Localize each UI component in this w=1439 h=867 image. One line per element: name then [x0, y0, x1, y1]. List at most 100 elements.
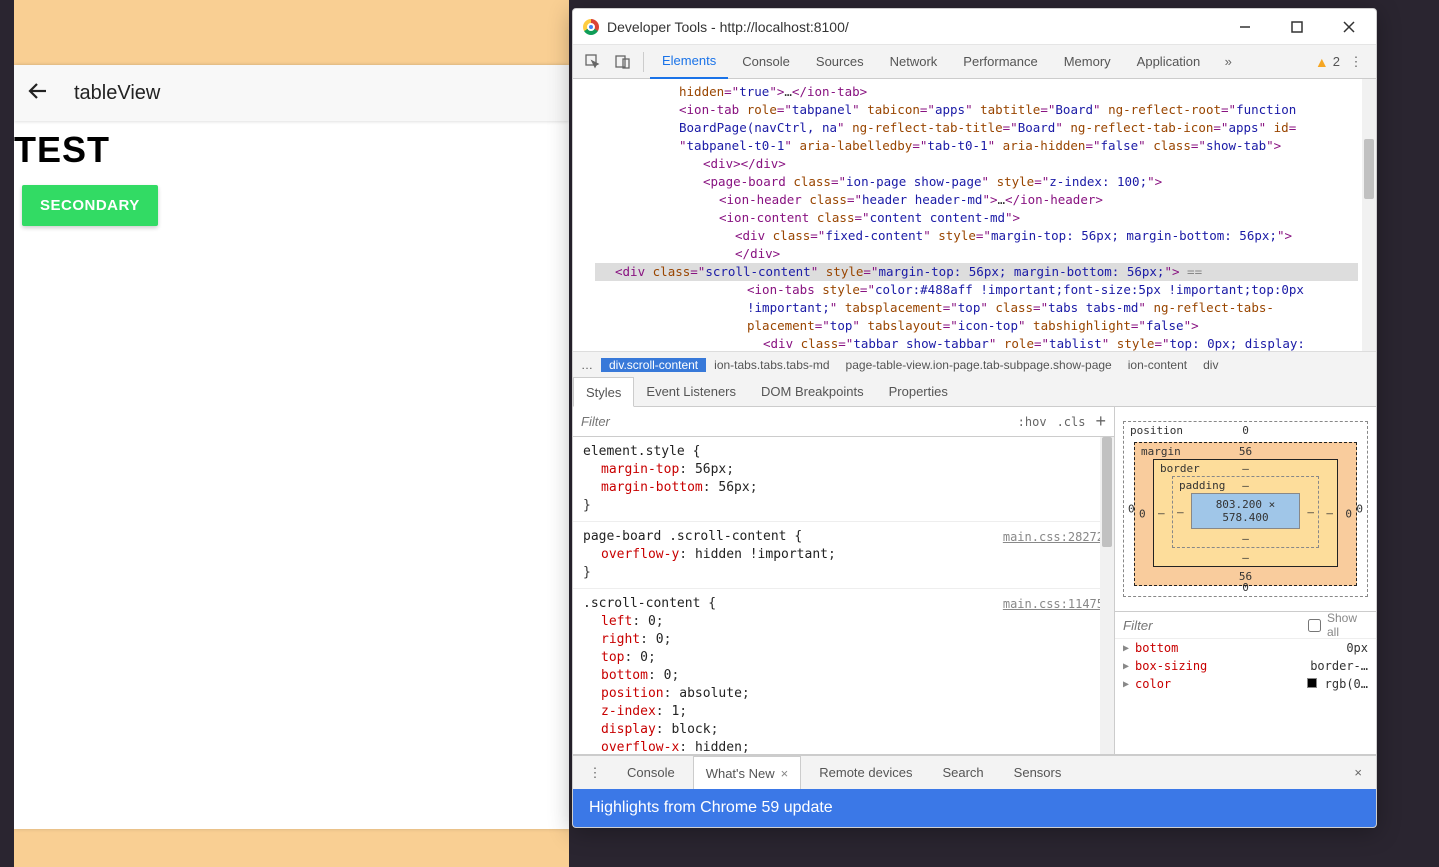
devtools-titlebar: Developer Tools - http://localhost:8100/ — [573, 9, 1376, 45]
tree-node[interactable]: <div class="tabbar show-tabbar" role="ta… — [599, 335, 1358, 351]
tab-application[interactable]: Application — [1125, 45, 1213, 79]
computed-panel: position 0 margin 56 56 0 0 border – – – — [1114, 407, 1376, 754]
crumb-selected[interactable]: div.scroll-content — [601, 358, 706, 372]
elements-gutter — [573, 79, 595, 351]
computed-filter-input[interactable] — [1123, 618, 1302, 633]
styles-filter-input[interactable] — [581, 414, 1008, 429]
tree-node[interactable]: !important;" tabsplacement="top" class="… — [599, 299, 1358, 317]
tree-node[interactable]: <ion-content class="content content-md"> — [599, 209, 1358, 227]
hov-toggle[interactable]: :hov — [1018, 415, 1047, 429]
tab-console[interactable]: Console — [730, 45, 802, 79]
computed-filter-bar: Show all — [1115, 611, 1376, 639]
new-rule-icon[interactable]: + — [1095, 411, 1106, 432]
subtab-dom-breakpoints[interactable]: DOM Breakpoints — [749, 377, 877, 406]
secondary-button[interactable]: SECONDARY — [22, 185, 158, 226]
tree-node[interactable]: <div></div> — [599, 155, 1358, 173]
drawer-tab-search[interactable]: Search — [930, 756, 995, 790]
tab-sources[interactable]: Sources — [804, 45, 876, 79]
tree-node[interactable]: <ion-tabs style="color:#488aff !importan… — [599, 281, 1358, 299]
tree-node[interactable]: hidden="true">…</ion-tab> — [599, 83, 1358, 101]
drawer-close-icon[interactable]: × — [1348, 765, 1368, 780]
close-tab-icon[interactable]: × — [781, 766, 789, 781]
tree-node[interactable]: <ion-tab role="tabpanel" tabicon="apps" … — [599, 101, 1358, 119]
tree-node[interactable]: <page-board class="ion-page show-page" s… — [599, 173, 1358, 191]
box-model[interactable]: position 0 margin 56 56 0 0 border – – – — [1115, 407, 1376, 611]
maximize-button[interactable] — [1280, 13, 1314, 41]
tree-node[interactable]: <div class="fixed-content" style="margin… — [599, 227, 1358, 245]
styles-panel: :hov .cls + element.style { margin-top: … — [573, 407, 1114, 754]
mobile-header: tableView — [14, 65, 569, 121]
vertical-scrollbar[interactable] — [1362, 79, 1376, 351]
cls-toggle[interactable]: .cls — [1057, 415, 1086, 429]
tree-node[interactable]: BoardPage(navCtrl, na" ng-reflect-tab-ti… — [599, 119, 1358, 137]
tab-network[interactable]: Network — [878, 45, 950, 79]
tree-node[interactable]: </div> — [599, 245, 1358, 263]
drawer-tab-whatsnew[interactable]: What's New× — [693, 756, 802, 790]
drawer-tab-sensors[interactable]: Sensors — [1002, 756, 1074, 790]
elements-tree[interactable]: hidden="true">…</ion-tab> <ion-tab role=… — [595, 79, 1362, 351]
inspect-icon[interactable] — [579, 48, 607, 76]
devtools-window: Developer Tools - http://localhost:8100/… — [572, 8, 1377, 828]
tab-performance[interactable]: Performance — [951, 45, 1049, 79]
minimize-button[interactable] — [1228, 13, 1262, 41]
crumb[interactable]: page-table-view.ion-page.tab-subpage.sho… — [838, 358, 1120, 372]
computed-row[interactable]: ▶color rgb(0… — [1115, 675, 1376, 693]
mobile-preview-frame: tableView TEST SECONDARY — [14, 0, 569, 867]
drawer-tabs: ⋮ Console What's New× Remote devices Sea… — [573, 755, 1376, 789]
devtools-window-title: Developer Tools - http://localhost:8100/ — [607, 19, 1220, 35]
styles-rules[interactable]: element.style { margin-top: 56px; margin… — [573, 437, 1114, 754]
scrollbar-thumb[interactable] — [1364, 139, 1374, 199]
divider — [643, 52, 644, 72]
close-button[interactable] — [1332, 13, 1366, 41]
breadcrumb: … div.scroll-content ion-tabs.tabs.tabs-… — [573, 351, 1376, 377]
tree-node[interactable]: <ion-header class="header header-md">…</… — [599, 191, 1358, 209]
window-buttons — [1228, 13, 1366, 41]
warnings-badge[interactable]: ▲2 — [1315, 54, 1340, 70]
scrollbar-thumb[interactable] — [1102, 437, 1112, 547]
device-toggle-icon[interactable] — [609, 48, 637, 76]
tree-node[interactable]: placement="top" tabslayout="icon-top" ta… — [599, 317, 1358, 335]
styles-subtabs: Styles Event Listeners DOM Breakpoints P… — [573, 377, 1376, 407]
rule-source-link[interactable]: main.css:28272 — [1003, 528, 1104, 546]
computed-row[interactable]: ▶box-sizingborder-… — [1115, 657, 1376, 675]
more-tabs-icon[interactable]: » — [1214, 48, 1242, 76]
styles-row: :hov .cls + element.style { margin-top: … — [573, 407, 1376, 755]
styles-filter-bar: :hov .cls + — [573, 407, 1114, 437]
subtab-styles[interactable]: Styles — [573, 377, 634, 407]
show-all-label: Show all — [1327, 611, 1368, 639]
crumb[interactable]: ion-content — [1120, 358, 1195, 372]
warning-icon: ▲ — [1315, 54, 1329, 70]
css-rule[interactable]: main.css:11475 .scroll-content { left: 0… — [573, 589, 1114, 754]
subtab-event-listeners[interactable]: Event Listeners — [634, 377, 749, 406]
computed-list[interactable]: ▶bottom0px ▶box-sizingborder-… ▶color rg… — [1115, 639, 1376, 754]
color-swatch[interactable] — [1307, 678, 1317, 688]
crumb[interactable]: div — [1195, 358, 1226, 372]
mobile-content: TEST SECONDARY — [14, 129, 569, 829]
mobile-page-title: tableView — [74, 82, 160, 105]
devtools-main-tabs: Elements Console Sources Network Perform… — [573, 45, 1376, 79]
mobile-app: tableView TEST SECONDARY — [14, 65, 569, 829]
crumb[interactable]: ion-tabs.tabs.tabs-md — [706, 358, 837, 372]
rule-source-link[interactable]: main.css:11475 — [1003, 595, 1104, 613]
show-all-checkbox[interactable] — [1308, 619, 1321, 632]
tree-node[interactable]: "tabpanel-t0-1" aria-labelledby="tab-t0-… — [599, 137, 1358, 155]
crumb-ellipsis[interactable]: … — [573, 358, 601, 372]
drawer-tab-console[interactable]: Console — [615, 756, 687, 790]
drawer-menu-icon[interactable]: ⋮ — [581, 759, 609, 787]
subtab-properties[interactable]: Properties — [877, 377, 961, 406]
banner-text: Highlights from Chrome 59 update — [589, 799, 833, 817]
computed-row[interactable]: ▶bottom0px — [1115, 639, 1376, 657]
back-icon[interactable] — [26, 79, 50, 108]
chrome-icon — [583, 19, 599, 35]
vertical-scrollbar[interactable] — [1100, 437, 1114, 754]
tab-memory[interactable]: Memory — [1052, 45, 1123, 79]
kebab-menu-icon[interactable]: ⋮ — [1342, 48, 1370, 76]
drawer-tab-remote[interactable]: Remote devices — [807, 756, 924, 790]
tab-elements[interactable]: Elements — [650, 45, 728, 79]
box-model-content: 803.200 × 578.400 — [1191, 493, 1300, 529]
css-rule[interactable]: element.style { margin-top: 56px; margin… — [573, 437, 1114, 522]
css-rule[interactable]: main.css:28272 page-board .scroll-conten… — [573, 522, 1114, 589]
elements-tree-pane[interactable]: hidden="true">…</ion-tab> <ion-tab role=… — [573, 79, 1376, 351]
whats-new-banner: Highlights from Chrome 59 update — [573, 789, 1376, 827]
tree-node-selected[interactable]: <div class="scroll-content" style="margi… — [595, 263, 1358, 281]
